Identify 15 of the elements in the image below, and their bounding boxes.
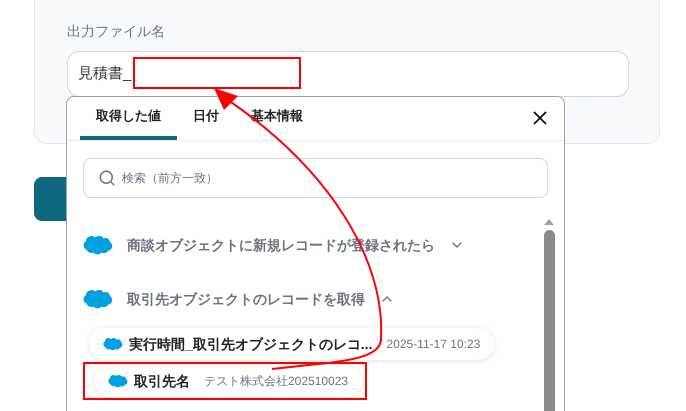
section-header[interactable]: 取引先オブジェクトのレコードを取得	[83, 272, 395, 326]
search-field[interactable]: 検索（前方一致）	[83, 158, 548, 198]
cloud-icon	[83, 288, 113, 310]
cloud-icon	[103, 337, 123, 351]
cloud-icon	[83, 234, 113, 256]
cloud-icon	[108, 374, 128, 388]
scroll-up-icon	[543, 218, 555, 226]
file-name-input[interactable]: 見積書_	[67, 51, 629, 97]
search-input[interactable]: 検索（前方一致）	[122, 169, 533, 187]
tab[interactable]: 取得した値	[80, 96, 177, 140]
search-icon	[98, 169, 116, 187]
variable-item[interactable]: 取引先名 テスト株式会社202510023	[94, 365, 362, 397]
tab[interactable]: 日付	[177, 96, 235, 140]
variable-item[interactable]: 実行時間_取引先オブジェクトのレコ... 2025-11-17 10:23	[89, 328, 494, 360]
field-label: 出力ファイル名	[67, 22, 166, 41]
